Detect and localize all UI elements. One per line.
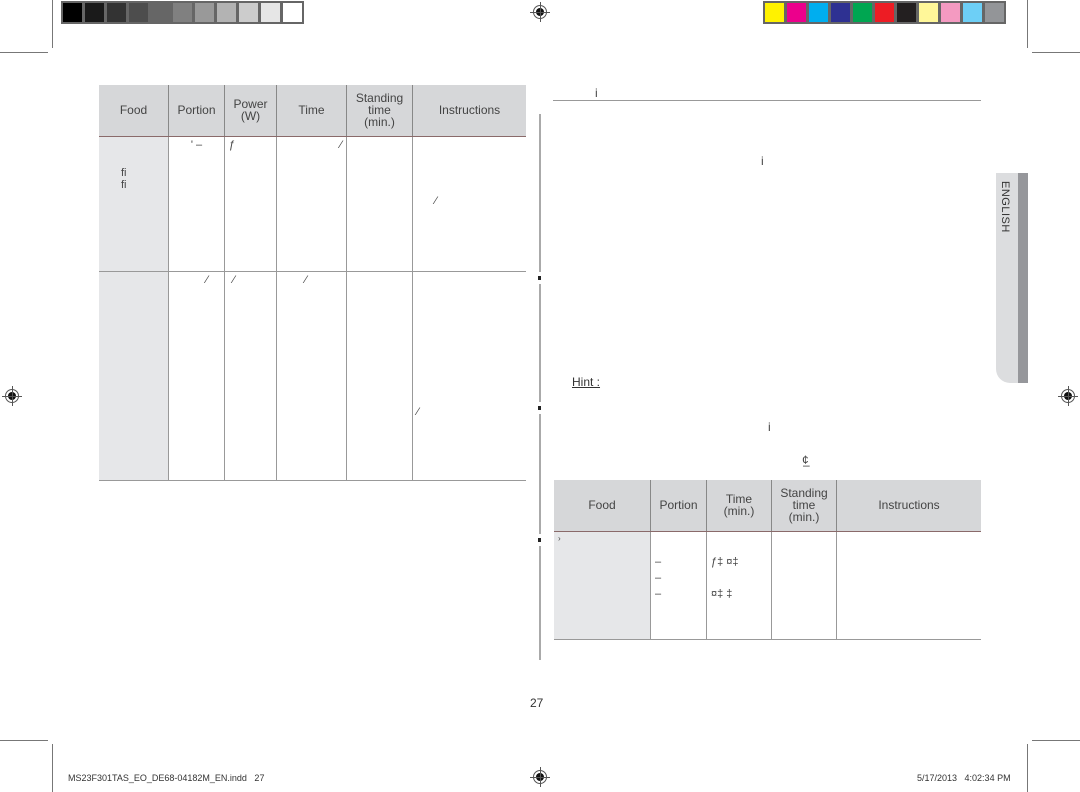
divider-dot <box>538 538 541 542</box>
crop-mark <box>52 0 53 48</box>
page-number: 27 <box>530 696 544 710</box>
language-tab: ENGLISH <box>996 173 1028 383</box>
crop-mark <box>52 744 53 792</box>
cell-time: ⁄ <box>276 271 347 481</box>
cell-power: ƒ <box>224 136 277 272</box>
language-tab-bar <box>1018 173 1028 383</box>
registration-target-icon <box>530 2 550 22</box>
cell-food <box>99 271 169 481</box>
color-swatch <box>84 2 105 23</box>
divider-dot <box>538 406 541 410</box>
column-divider <box>539 414 541 534</box>
header-food: Food <box>554 480 651 532</box>
header-power: Power (W) <box>224 85 277 137</box>
cell-instructions: ⁄ <box>412 136 526 272</box>
color-swatch <box>260 2 281 23</box>
table-row: › – – – ƒ‡ ¤‡ ¤‡ ‡ <box>554 531 981 640</box>
registration-target-icon <box>530 767 550 787</box>
cell-portion: – – – <box>650 531 707 640</box>
footer-filename: MS23F301TAS_EO_DE68-04182M_EN.indd 27 <box>68 773 265 783</box>
hint-text: i <box>768 420 771 434</box>
left-cooking-table: Food Portion Power (W) Time Standing tim… <box>99 85 526 481</box>
header-portion: Portion <box>168 85 225 137</box>
right-cooking-table: Food Portion Time (min.) Standing time (… <box>554 480 981 640</box>
gray-swatch-strip <box>61 1 304 24</box>
column-divider <box>539 284 541 402</box>
body-text: i <box>761 154 764 168</box>
color-swatch <box>830 2 851 23</box>
color-swatch <box>852 2 873 23</box>
divider-dot <box>538 276 541 280</box>
registration-target-icon <box>2 386 22 406</box>
color-swatch <box>194 2 215 23</box>
footer-timestamp: 5/17/2013 4:02:34 PM <box>917 773 1011 783</box>
color-swatch <box>238 2 259 23</box>
hint-label: Hint : <box>572 375 601 389</box>
cell-portion: ' – <box>168 136 225 272</box>
cell-standing <box>346 271 413 481</box>
section-heading: i <box>595 86 598 100</box>
color-swatch <box>874 2 895 23</box>
crop-mark <box>0 52 48 53</box>
column-divider <box>539 114 541 272</box>
header-portion: Portion <box>650 480 707 532</box>
hint-text: – <box>803 458 810 472</box>
color-swatch <box>282 2 303 23</box>
cell-time: ⁄ <box>276 136 347 272</box>
color-swatch <box>896 2 917 23</box>
header-instructions: Instructions <box>836 480 981 532</box>
header-standing-time: Standing time (min.) <box>346 85 413 137</box>
crop-mark <box>1032 52 1080 53</box>
crop-mark <box>1027 0 1028 48</box>
table-row: fi fi ' – ƒ ⁄ ⁄ <box>99 136 526 272</box>
color-swatch <box>172 2 193 23</box>
color-swatch <box>62 2 83 23</box>
crop-mark <box>1032 740 1080 741</box>
cell-power: ⁄ <box>224 271 277 481</box>
cell-instructions <box>836 531 981 640</box>
color-swatch <box>150 2 171 23</box>
header-instructions: Instructions <box>412 85 526 137</box>
cell-portion: ⁄ <box>168 271 225 481</box>
color-swatch <box>918 2 939 23</box>
color-swatch <box>106 2 127 23</box>
header-food: Food <box>99 85 169 137</box>
header-standing-time: Standing time (min.) <box>771 480 837 532</box>
heading-rule <box>553 100 981 101</box>
table-row: ⁄ ⁄ ⁄ ⁄ <box>99 271 526 481</box>
cell-time: ƒ‡ ¤‡ ¤‡ ‡ <box>706 531 772 640</box>
cell-standing <box>771 531 837 640</box>
header-time: Time (min.) <box>706 480 772 532</box>
color-swatch <box>216 2 237 23</box>
registration-target-icon <box>1058 386 1078 406</box>
cell-food: fi fi <box>99 136 169 272</box>
language-label: ENGLISH <box>999 181 1011 233</box>
header-time: Time <box>276 85 347 137</box>
color-swatch <box>962 2 983 23</box>
color-swatch <box>764 2 785 23</box>
cell-standing <box>346 136 413 272</box>
cell-instructions: ⁄ <box>412 271 526 481</box>
crop-mark <box>1027 744 1028 792</box>
color-swatch <box>808 2 829 23</box>
crop-mark <box>0 740 48 741</box>
color-swatch <box>128 2 149 23</box>
color-swatch <box>984 2 1005 23</box>
color-swatch <box>786 2 807 23</box>
color-swatch <box>940 2 961 23</box>
column-divider <box>539 546 541 660</box>
color-swatch-strip <box>763 1 1006 24</box>
cell-food: › <box>554 531 651 640</box>
